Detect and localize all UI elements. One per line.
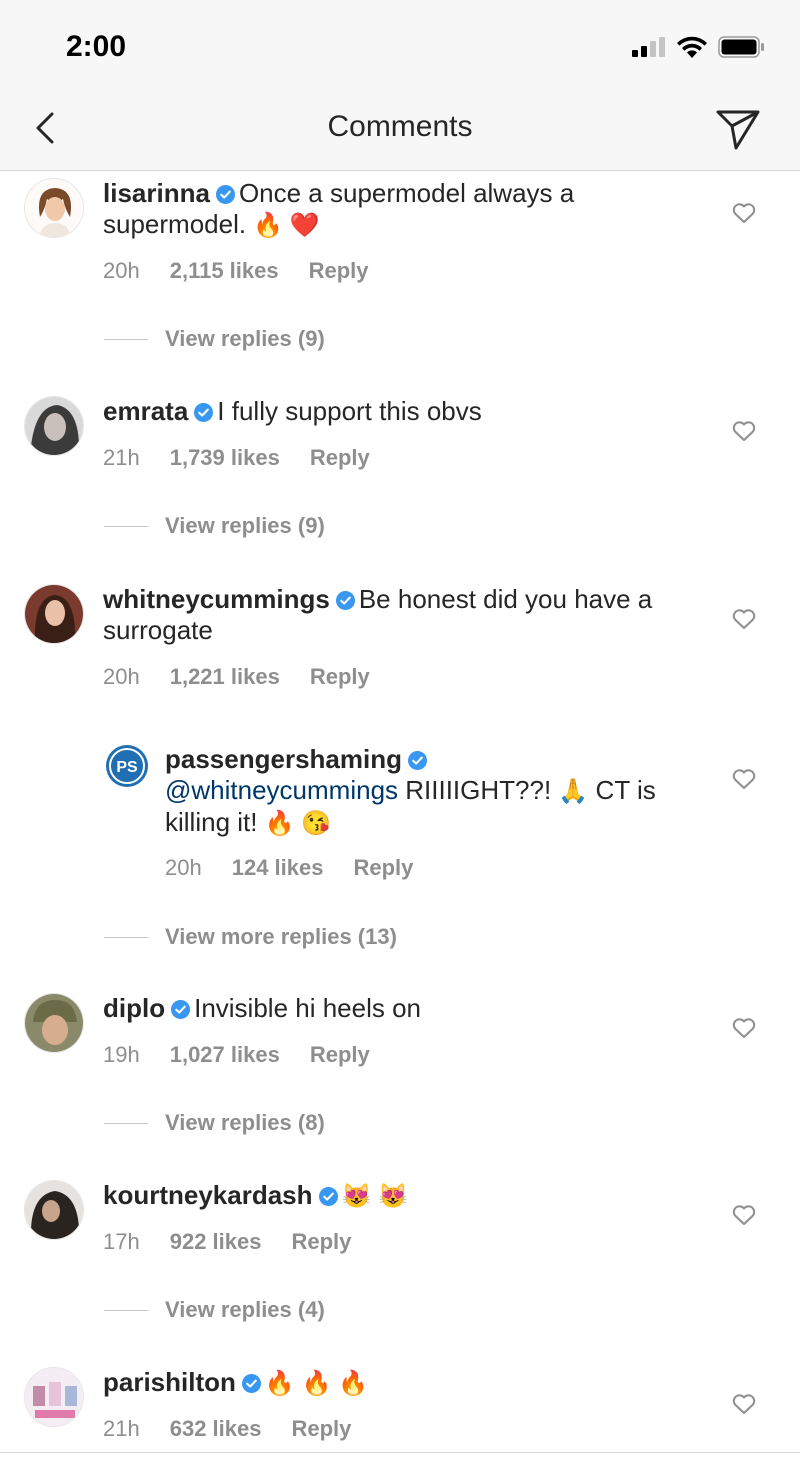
avatar[interactable]: PS [105,744,149,788]
status-bar: 2:00 [0,0,800,92]
view-replies-button[interactable]: View replies (4) [104,1297,325,1323]
verified-badge-icon [335,591,355,610]
like-heart-icon[interactable] [732,1204,756,1226]
view-more-replies-button[interactable]: View more replies (13) [104,924,397,950]
comment-likes[interactable]: 922 likes [170,1229,262,1254]
divider [104,1309,148,1311]
view-replies-button[interactable]: View replies (9) [104,326,325,352]
comment-username[interactable]: diplo [103,993,165,1023]
reply-button[interactable]: Reply [291,1229,351,1254]
comment-emojis: 🔥 🔥 🔥 [264,1370,368,1397]
reply-button[interactable]: Reply [310,445,370,470]
avatar[interactable] [24,178,84,238]
comment-meta: 21h 632 likes Reply [103,1416,381,1442]
comment-time: 20h [103,664,140,689]
divider [0,1452,800,1453]
comment-meta: 20h 2,115 likes Reply [103,258,399,284]
verified-badge-icon [194,403,214,422]
verified-badge-icon [241,1374,261,1393]
comment-meta: 19h 1,027 likes Reply [103,1042,400,1068]
reply-button[interactable]: Reply [353,855,413,880]
comment-text: lisarinna Once a supermodel always a supe… [103,178,575,239]
like-heart-icon[interactable] [732,202,756,224]
like-heart-icon[interactable] [732,608,756,630]
comment-likes[interactable]: 1,027 likes [170,1042,280,1067]
avatar[interactable] [24,1367,84,1427]
comment-username[interactable]: kourtneykardash [103,1180,313,1210]
comment-username[interactable]: emrata [103,396,188,426]
verified-badge-icon [215,185,235,204]
reply-meta: 20h 124 likes Reply [165,855,443,881]
comment-text: kourtneykardash 😻 😻 [103,1180,663,1212]
reply-button[interactable]: Reply [309,258,369,283]
avatar[interactable] [24,993,84,1053]
comment-emojis: 🔥 ❤️ [253,212,320,239]
comment-likes[interactable]: 1,221 likes [170,664,280,689]
comment-username[interactable]: lisarinna [103,178,210,208]
verified-badge-icon [171,1000,191,1019]
reply-likes[interactable]: 124 likes [232,855,324,880]
direct-send-icon[interactable] [714,104,762,152]
comment-meta: 20h 1,221 likes Reply [103,664,400,690]
status-time: 2:00 [66,30,127,63]
divider [104,525,148,527]
like-heart-icon[interactable] [732,1017,756,1039]
comment-username[interactable]: whitneycummings [103,584,330,614]
comment-likes[interactable]: 632 likes [170,1416,262,1441]
verified-badge-icon [318,1187,338,1206]
comments-header: Comments [0,92,800,171]
like-heart-icon[interactable] [732,1393,756,1415]
battery-icon [718,36,764,58]
reply-button[interactable]: Reply [310,664,370,689]
comment-time: 19h [103,1042,140,1067]
signal-icon [632,37,665,57]
comment-username[interactable]: parishilton [103,1367,236,1397]
divider [104,1122,148,1124]
comment-meta: 17h 922 likes Reply [103,1229,381,1255]
comment-text: whitneycummings Be honest did you have a … [103,584,653,645]
like-heart-icon[interactable] [732,768,756,790]
comment-text: diplo Invisible hi heels on [103,993,422,1023]
divider [104,936,148,938]
comment-text: parishilton 🔥 🔥 🔥 [103,1367,663,1399]
verified-badge-icon [407,751,427,770]
comment-time: 20h [103,258,140,283]
reply-time: 20h [165,855,202,880]
comment-likes[interactable]: 1,739 likes [170,445,280,470]
avatar[interactable] [24,584,84,644]
comment-meta: 21h 1,739 likes Reply [103,445,400,471]
divider [104,338,148,340]
reply-button[interactable]: Reply [291,1416,351,1441]
page-title: Comments [327,110,473,143]
wifi-icon [677,36,707,58]
view-replies-button[interactable]: View replies (8) [104,1110,325,1136]
comment-time: 21h [103,1416,140,1441]
pray-emoji: 🙏 [558,778,589,805]
comment-text: emrata I fully support this obvs [103,396,482,426]
reply-button[interactable]: Reply [310,1042,370,1067]
view-replies-button[interactable]: View replies (9) [104,513,325,539]
avatar[interactable] [24,396,84,456]
reply-emojis: 🔥 😘 [264,810,332,837]
svg-text:PS: PS [116,759,138,776]
comment-emojis: 😻 😻 [341,1183,408,1210]
comment-time: 17h [103,1229,140,1254]
comment-likes[interactable]: 2,115 likes [170,258,279,283]
like-heart-icon[interactable] [732,420,756,442]
mention-link[interactable]: @whitneycummings [165,775,398,805]
status-icons [632,36,766,58]
comment-time: 21h [103,445,140,470]
reply-username[interactable]: passengershaming [165,744,402,774]
reply-text: passengershaming @whitneycummings RIIIII… [165,744,656,837]
avatar[interactable] [24,1180,84,1240]
